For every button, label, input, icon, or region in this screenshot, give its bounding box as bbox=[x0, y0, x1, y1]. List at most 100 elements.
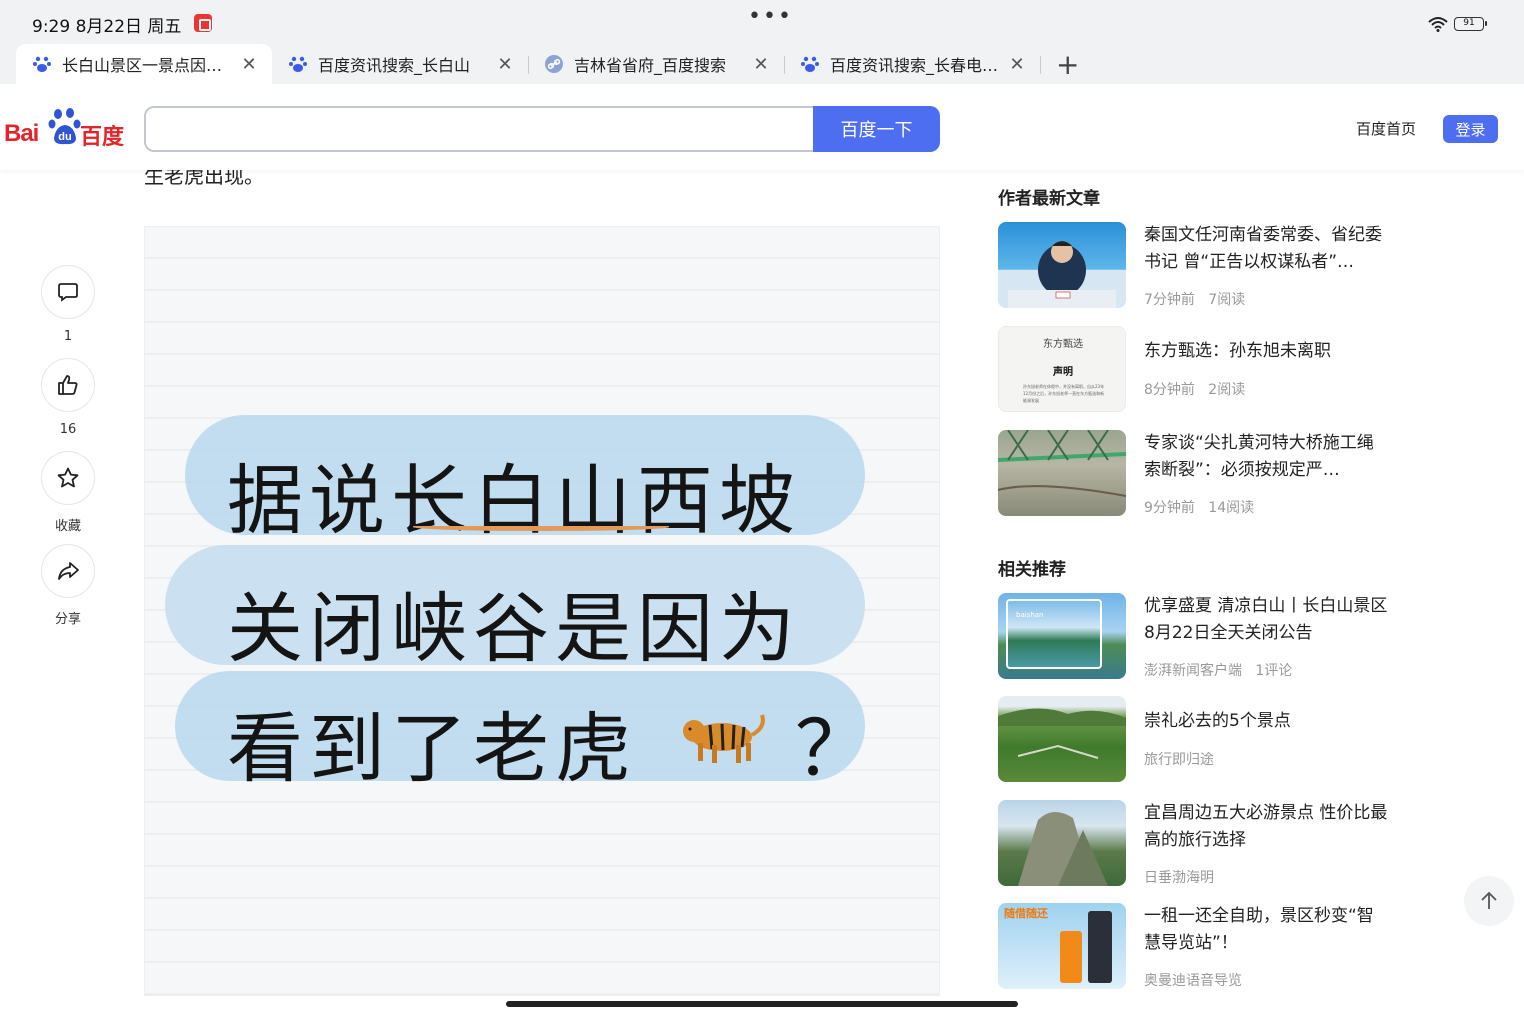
baidu-logo[interactable]: Bai du 百度 bbox=[4, 106, 134, 150]
related-item[interactable]: baishan 优享盛夏 清凉白山丨长白山景区8月22日全天关闭公告 澎湃新闻客… bbox=[998, 593, 1388, 679]
related-item[interactable]: 随借随还 一租一还全自助，景区秒变“智慧导览站”！ 奥曼迪语音导览 bbox=[998, 903, 1388, 989]
share-action[interactable]: 分享 bbox=[40, 544, 96, 627]
arrow-up-icon bbox=[1481, 891, 1497, 909]
more-dots-icon[interactable]: ••• bbox=[748, 4, 793, 29]
login-button[interactable]: 登录 bbox=[1443, 115, 1498, 143]
tab-separator bbox=[1040, 56, 1041, 74]
article-title: 秦国文任河南省委常委、省纪委书记 曾“正告以权谋私者”… bbox=[1144, 225, 1382, 272]
article-source: 澎湃新闻客户端 bbox=[1144, 663, 1242, 679]
thumb-text: 随借随还 bbox=[1004, 907, 1048, 920]
article-thumbnail bbox=[998, 222, 1126, 308]
tab-3[interactable]: 吉林省省府_百度搜索 ✕ bbox=[528, 44, 784, 84]
article-title: 专家谈“尖扎黄河特大桥施工绳索断裂”：必须按规定严… bbox=[1144, 433, 1374, 480]
baidu-paw-icon bbox=[289, 56, 307, 72]
tab-title: 百度资讯搜索_长春电… bbox=[830, 56, 999, 75]
logo-text-chinese: 百度 bbox=[80, 125, 125, 150]
article-comments: 1评论 bbox=[1255, 663, 1293, 679]
image-text-line-2: 关闭峡谷是因为 bbox=[227, 584, 801, 673]
image-text-line-1: 据说长白山西坡 bbox=[227, 456, 801, 545]
article-time: 9分钟前 bbox=[1144, 500, 1195, 516]
status-bar: 9:29 8月22日 周五 ••• 91 bbox=[0, 0, 1524, 44]
article-reads: 14阅读 bbox=[1208, 500, 1255, 516]
status-time: 9:29 8月22日 周五 bbox=[32, 17, 182, 37]
tab-2[interactable]: 百度资讯搜索_长白山 ✕ bbox=[272, 44, 528, 84]
share-label: 分享 bbox=[54, 612, 81, 627]
search-button[interactable]: 百度一下 bbox=[813, 106, 940, 152]
article-title: 崇礼必去的5个景点 bbox=[1144, 711, 1291, 731]
article-meta: 澎湃新闻客户端 1评论 bbox=[1144, 660, 1292, 680]
close-tab-icon[interactable]: ✕ bbox=[496, 54, 514, 75]
article-reads: 7阅读 bbox=[1208, 292, 1246, 308]
home-indicator[interactable] bbox=[506, 1001, 1018, 1007]
like-button[interactable] bbox=[41, 358, 95, 412]
link-icon bbox=[545, 55, 563, 73]
article-meta: 日垂渤海明 bbox=[1144, 867, 1214, 887]
search-input[interactable] bbox=[146, 108, 814, 150]
article-thumbnail: 东方甄选 声明 孙东旭老师在休假中，并没有离职。自从23年12月份之后，孙东旭老… bbox=[998, 326, 1126, 412]
app-notification-icon bbox=[194, 14, 212, 32]
battery-icon: 91 bbox=[1454, 17, 1487, 31]
baidu-paw-icon bbox=[801, 56, 819, 72]
article-meta: 9分钟前 14阅读 bbox=[1144, 497, 1254, 517]
baidu-paw-icon: du bbox=[48, 108, 81, 145]
close-tab-icon[interactable]: ✕ bbox=[752, 54, 770, 75]
favorite-button[interactable] bbox=[41, 451, 95, 505]
close-tab-icon[interactable]: ✕ bbox=[1008, 54, 1026, 75]
article-reads: 2阅读 bbox=[1208, 382, 1246, 398]
image-text-line-3: 看到了老虎 bbox=[227, 704, 637, 793]
tab-title: 百度资讯搜索_长白山 bbox=[318, 56, 471, 75]
star-icon bbox=[57, 467, 79, 488]
comment-count: 1 bbox=[63, 329, 73, 344]
close-tab-icon[interactable]: ✕ bbox=[240, 54, 258, 75]
thumb-body: 孙东旭老师在休假中，并没有离职。自从23年12月份之后，孙东旭老师一直在东方甄选… bbox=[1023, 384, 1105, 403]
article-thumbnail bbox=[998, 430, 1126, 516]
article-meta: 奥曼迪语音导览 bbox=[1144, 970, 1242, 990]
article-thumbnail bbox=[998, 800, 1126, 886]
related-item[interactable]: 崇礼必去的5个景点 旅行即归途 bbox=[998, 696, 1388, 782]
baidu-paw-icon bbox=[33, 56, 51, 72]
article-title: 一租一还全自助，景区秒变“智慧导览站”！ bbox=[1144, 906, 1374, 953]
comment-action[interactable]: 1 bbox=[40, 265, 96, 344]
author-article-item[interactable]: 东方甄选 声明 孙东旭老师在休假中，并没有离职。自从23年12月份之后，孙东旭老… bbox=[998, 326, 1388, 412]
article-thumbnail: baishan bbox=[998, 593, 1126, 679]
thumb-text: baishan bbox=[1016, 611, 1044, 619]
article-title: 宜昌周边五大必游景点 性价比最高的旅行选择 bbox=[1144, 803, 1388, 850]
image-text-question: ？ bbox=[795, 704, 877, 793]
tab-4[interactable]: 百度资讯搜索_长春电… ✕ bbox=[784, 44, 1040, 84]
comment-button[interactable] bbox=[41, 265, 95, 319]
article-source: 奥曼迪语音导览 bbox=[1144, 973, 1242, 989]
search-box bbox=[144, 106, 814, 152]
article-meta: 8分钟前 2阅读 bbox=[1144, 379, 1245, 399]
like-action[interactable]: 16 bbox=[40, 358, 96, 437]
comment-icon bbox=[58, 283, 78, 302]
svg-text:du: du bbox=[58, 131, 71, 143]
share-button[interactable] bbox=[41, 544, 95, 598]
baidu-home-link[interactable]: 百度首页 bbox=[1356, 118, 1416, 139]
image-underline bbox=[413, 523, 669, 531]
tab-title: 长白山景区一景点因… bbox=[62, 56, 223, 75]
article-time: 7分钟前 bbox=[1144, 292, 1195, 308]
article-meta: 旅行即归途 bbox=[1144, 749, 1214, 769]
author-article-item[interactable]: 秦国文任河南省委常委、省纪委书记 曾“正告以权谋私者”… 7分钟前 7阅读 bbox=[998, 222, 1388, 308]
article-meta: 7分钟前 7阅读 bbox=[1144, 289, 1245, 309]
author-article-item[interactable]: 专家谈“尖扎黄河特大桥施工绳索断裂”：必须按规定严… 9分钟前 14阅读 bbox=[998, 430, 1388, 516]
article-source: 旅行即归途 bbox=[1144, 752, 1214, 768]
article-thumbnail bbox=[998, 696, 1126, 782]
article-title: 东方甄选：孙东旭未离职 bbox=[1144, 341, 1331, 361]
article-title: 优享盛夏 清凉白山丨长白山景区8月22日全天关闭公告 bbox=[1144, 596, 1388, 643]
tab-1[interactable]: 长白山景区一景点因… ✕ bbox=[16, 44, 272, 84]
article-image: 据说长白山西坡 关闭峡谷是因为 看到了老虎 ？ bbox=[144, 226, 940, 996]
tab-title: 吉林省省府_百度搜索 bbox=[574, 56, 727, 75]
tiger-icon bbox=[683, 714, 765, 763]
baidu-header: Bai du 百度 百度一下 百度首页 登录 bbox=[0, 84, 1524, 170]
tab-bar: 长白山景区一景点因… ✕ 百度资讯搜索_长白山 ✕ 吉林省省府_百度搜索 ✕ 百… bbox=[0, 44, 1524, 84]
wifi-icon bbox=[1428, 17, 1448, 32]
favorite-action[interactable]: 收藏 bbox=[40, 451, 96, 534]
related-item[interactable]: 宜昌周边五大必游景点 性价比最高的旅行选择 日垂渤海明 bbox=[998, 800, 1388, 886]
article-time: 8分钟前 bbox=[1144, 382, 1195, 398]
thumbs-up-icon bbox=[58, 375, 78, 395]
scroll-to-top-button[interactable] bbox=[1464, 876, 1514, 926]
author-section-title: 作者最新文章 bbox=[998, 189, 1100, 209]
article-thumbnail: 随借随还 bbox=[998, 903, 1126, 989]
new-tab-icon[interactable]: + bbox=[1056, 48, 1079, 81]
